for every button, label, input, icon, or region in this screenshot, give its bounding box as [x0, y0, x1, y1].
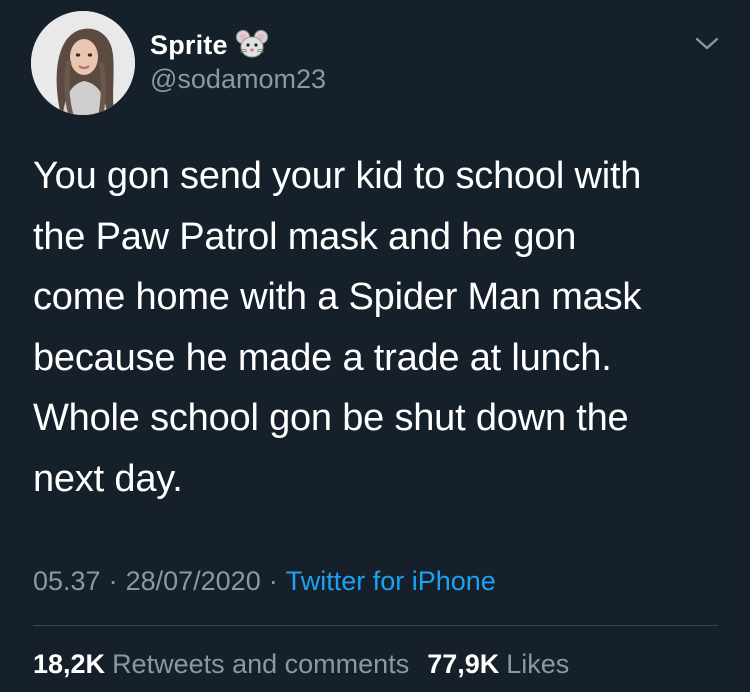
- chevron-down-icon[interactable]: [694, 34, 720, 54]
- tweet-stats: 18,2K Retweets and comments 77,9K Likes: [33, 646, 569, 682]
- meta-separator: ·: [268, 565, 278, 596]
- mouse-face-icon: [235, 29, 268, 61]
- tweet-time: 05.37: [33, 565, 101, 596]
- meta-separator: ·: [108, 565, 118, 596]
- avatar-image: [31, 11, 135, 115]
- tweet-source-link[interactable]: Twitter for iPhone: [286, 566, 496, 597]
- display-name[interactable]: Sprite: [150, 30, 228, 61]
- tweet-card: Sprite @sodamom23 You gon send your kid …: [0, 0, 750, 692]
- avatar[interactable]: [31, 11, 135, 115]
- retweets-label: Retweets and comments: [112, 648, 410, 679]
- retweets-count: 18,2K: [33, 648, 106, 679]
- likes-count: 77,9K: [427, 648, 500, 679]
- tweet-text: You gon send your kid to school with the…: [33, 155, 642, 500]
- user-handle[interactable]: @sodamom23: [150, 64, 326, 95]
- divider: [33, 625, 718, 626]
- likes-label: Likes: [506, 648, 570, 679]
- tweet-date: 28/07/2020: [125, 565, 261, 596]
- likes-stat[interactable]: 77,9K Likes: [427, 649, 569, 680]
- retweets-stat[interactable]: 18,2K Retweets and comments: [33, 649, 409, 680]
- name-row: Sprite: [150, 28, 268, 62]
- tweet-meta: 05.37 · 28/07/2020 · Twitter for iPhone: [33, 563, 496, 599]
